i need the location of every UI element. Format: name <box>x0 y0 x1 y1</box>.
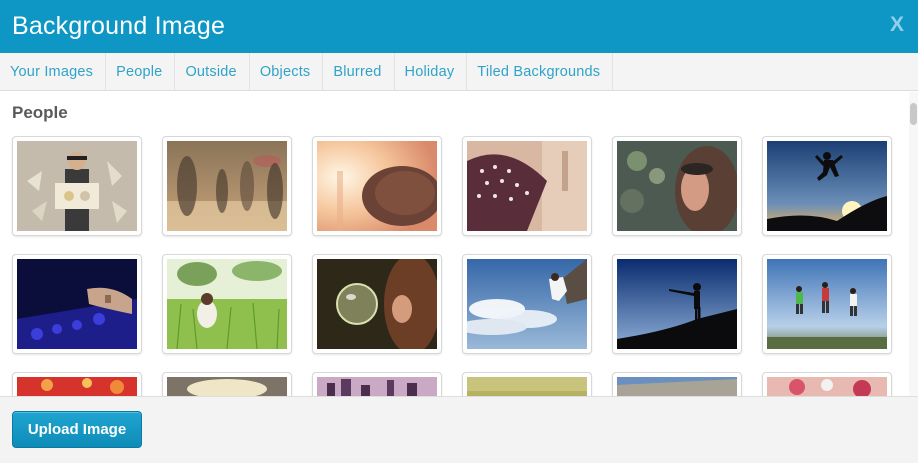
image-thumbnail-woman-sunglasses[interactable] <box>612 136 742 236</box>
photo-polka-dot-hat <box>467 141 587 231</box>
tab-outside[interactable]: Outside <box>175 53 250 90</box>
close-button[interactable]: X <box>887 13 907 37</box>
image-thumbnail-yellow-field[interactable] <box>462 372 592 396</box>
gallery-scrollbar[interactable] <box>909 92 918 396</box>
photo-group-jumping <box>767 259 887 349</box>
category-tabs: Your Images People Outside Objects Blurr… <box>0 53 918 91</box>
image-thumbnail-red-bokeh[interactable] <box>12 372 142 396</box>
photo-woman-grass <box>167 259 287 349</box>
tab-your-images[interactable]: Your Images <box>0 53 107 90</box>
tab-objects[interactable]: Objects <box>250 53 324 90</box>
dialog-footer: Upload Image <box>0 396 918 463</box>
image-gallery: People <box>0 92 918 396</box>
image-thumbnail-city-skyline[interactable] <box>312 372 442 396</box>
photo-climber-rock <box>467 259 587 349</box>
image-thumbnail-group-jumping[interactable] <box>762 254 892 354</box>
photo-stone-bridge <box>617 377 737 396</box>
image-thumbnail-sun-glow[interactable] <box>162 372 292 396</box>
image-thumbnail-man-holding-sign[interactable] <box>12 136 142 236</box>
image-thumbnail-stone-bridge[interactable] <box>612 372 742 396</box>
tab-blurred[interactable]: Blurred <box>323 53 395 90</box>
photo-pink-flowers <box>767 377 887 396</box>
tab-holiday[interactable]: Holiday <box>395 53 468 90</box>
photo-yellow-field <box>467 377 587 396</box>
dialog-header: Background Image X <box>0 0 918 53</box>
photo-woman-sun-hat <box>317 141 437 231</box>
dialog-title: Background Image <box>12 12 226 40</box>
photo-silhouette-pointing <box>617 259 737 349</box>
photo-sun-glow <box>167 377 287 396</box>
image-thumbnail-blurred-crowd[interactable] <box>162 136 292 236</box>
image-thumbnail-pink-flowers[interactable] <box>762 372 892 396</box>
thumbnail-grid <box>0 92 900 396</box>
photo-dj-mixer <box>17 259 137 349</box>
scrollbar-thumb[interactable] <box>910 103 917 125</box>
tab-people[interactable]: People <box>106 53 176 90</box>
photo-city-skyline <box>317 377 437 396</box>
image-thumbnail-climber-rock[interactable] <box>462 254 592 354</box>
image-thumbnail-woman-grass[interactable] <box>162 254 292 354</box>
image-thumbnail-dj-mixer[interactable] <box>12 254 142 354</box>
image-thumbnail-soap-bubble[interactable] <box>312 254 442 354</box>
upload-image-button[interactable]: Upload Image <box>12 411 142 448</box>
photo-jumping-sunset <box>767 141 887 231</box>
photo-red-bokeh <box>17 377 137 396</box>
image-thumbnail-jumping-sunset[interactable] <box>762 136 892 236</box>
photo-blurred-crowd <box>167 141 287 231</box>
photo-soap-bubble <box>317 259 437 349</box>
image-thumbnail-woman-sun-hat[interactable] <box>312 136 442 236</box>
photo-woman-sunglasses <box>617 141 737 231</box>
image-thumbnail-polka-dot-hat[interactable] <box>462 136 592 236</box>
tab-tiled-backgrounds[interactable]: Tiled Backgrounds <box>467 53 614 90</box>
photo-man-holding-sign <box>17 141 137 231</box>
image-thumbnail-silhouette-pointing[interactable] <box>612 254 742 354</box>
